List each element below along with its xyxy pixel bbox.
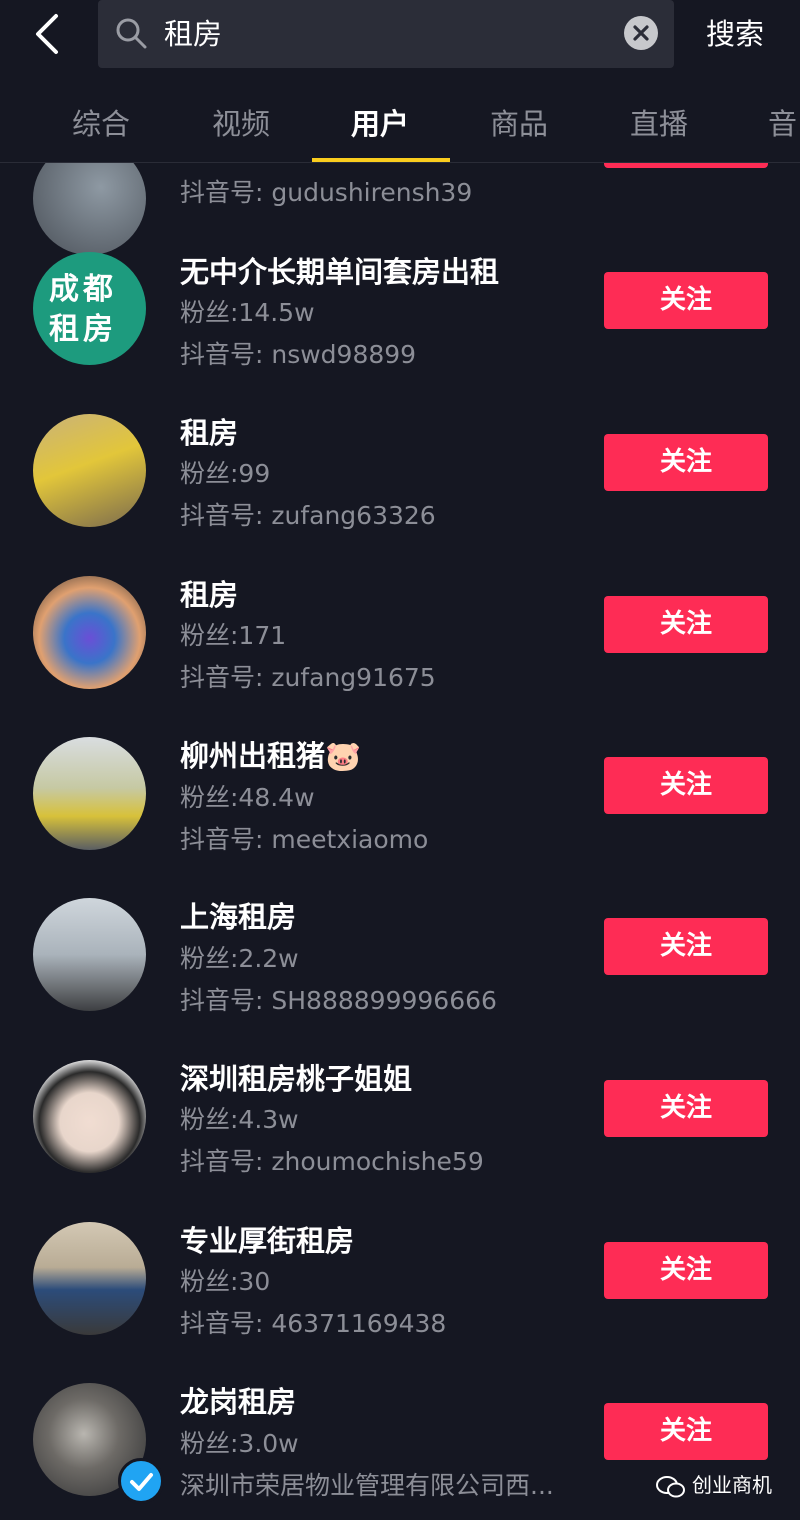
search-button[interactable]: 搜索: [706, 14, 764, 54]
tab-videos[interactable]: 视频: [212, 104, 270, 144]
user-douyin-id: 抖音号: SH888899996666: [180, 986, 497, 1015]
follow-button[interactable]: 关注: [604, 272, 768, 329]
user-avatar[interactable]: [33, 1222, 146, 1335]
user-fans-count: 粉丝:99: [180, 459, 271, 488]
user-result-row[interactable]: 租房 粉丝:171 抖音号: zufang91675 关注: [0, 563, 800, 725]
user-douyin-id: 抖音号: zufang63326: [180, 501, 436, 530]
user-name: 租房: [180, 416, 239, 450]
user-name: 无中介长期单间套房出租: [180, 255, 500, 289]
user-result-row[interactable]: 专业厚街租房 粉丝:30 抖音号: 46371169438 关注: [0, 1209, 800, 1371]
user-fans-count: 粉丝:171: [180, 621, 287, 650]
verified-badge-icon: [118, 1458, 164, 1504]
user-douyin-id: 抖音号: nswd98899: [180, 340, 417, 369]
user-result-row[interactable]: 上海租房 粉丝:2.2w 抖音号: SH888899996666 关注: [0, 885, 800, 1047]
tab-live[interactable]: 直播: [630, 104, 688, 144]
user-name: 租房: [180, 578, 239, 612]
user-douyin-id: 抖音号: 46371169438: [180, 1309, 447, 1338]
user-name: 上海租房: [180, 900, 297, 934]
user-avatar[interactable]: [33, 576, 146, 689]
follow-button[interactable]: 关注: [604, 918, 768, 975]
user-avatar[interactable]: [33, 414, 146, 527]
user-result-row[interactable]: 抖音号: gudushirensh39: [0, 163, 800, 255]
avatar-text-line: 成都: [49, 272, 117, 307]
follow-button[interactable]: 关注: [604, 757, 768, 814]
watermark: 创业商机: [656, 1470, 772, 1500]
user-avatar[interactable]: [33, 737, 146, 850]
search-icon: [116, 18, 147, 49]
tab-general[interactable]: 综合: [72, 104, 130, 144]
tab-music[interactable]: 音: [768, 104, 797, 144]
clear-icon[interactable]: [624, 16, 658, 50]
user-douyin-id: 抖音号: meetxiaomo: [180, 825, 429, 854]
user-avatar[interactable]: 成都 租房: [33, 252, 146, 365]
user-fans-count: 粉丝:48.4w: [180, 783, 315, 812]
watermark-text: 创业商机: [692, 1473, 772, 1497]
active-tab-indicator: [312, 158, 450, 162]
tab-products[interactable]: 商品: [490, 104, 548, 144]
user-fans-count: 粉丝:4.3w: [180, 1105, 299, 1134]
avatar-text-line: 租房: [49, 312, 117, 347]
user-name: 龙岗租房: [180, 1385, 297, 1419]
top-bar: 租房 搜索: [0, 0, 800, 80]
tab-users[interactable]: 用户: [351, 104, 409, 144]
user-fans-count: 粉丝:3.0w: [180, 1429, 299, 1458]
user-fans-count: 粉丝:14.5w: [180, 298, 315, 327]
follow-button[interactable]: 关注: [604, 596, 768, 653]
search-query-text[interactable]: 租房: [164, 14, 222, 54]
follow-button[interactable]: 关注: [604, 434, 768, 491]
user-douyin-id: 抖音号: zhoumochishe59: [180, 1147, 484, 1176]
user-douyin-id: 抖音号: gudushirensh39: [180, 178, 473, 207]
user-fans-count: 粉丝:30: [180, 1267, 271, 1296]
user-result-row[interactable]: 深圳租房桃子姐姐 粉丝:4.3w 抖音号: zhoumochishe59 关注: [0, 1047, 800, 1209]
user-douyin-id: 抖音号: zufang91675: [180, 663, 436, 692]
user-company-info: 深圳市荣居物业管理有限公司西...: [180, 1471, 554, 1500]
user-avatar[interactable]: [33, 898, 146, 1011]
user-results-list: 抖音号: gudushirensh39 成都 租房 无中介长期单间套房出租 粉丝…: [0, 163, 800, 1520]
user-result-row[interactable]: 租房 粉丝:99 抖音号: zufang63326 关注: [0, 401, 800, 563]
search-input[interactable]: 租房: [98, 0, 674, 68]
follow-button[interactable]: 关注: [604, 1242, 768, 1299]
user-fans-count: 粉丝:2.2w: [180, 944, 299, 973]
result-tabs: 综合 视频 用户 商品 直播 音: [0, 90, 800, 163]
user-avatar[interactable]: [33, 1060, 146, 1173]
user-result-row[interactable]: 成都 租房 无中介长期单间套房出租 粉丝:14.5w 抖音号: nswd9889…: [0, 239, 800, 401]
back-arrow-icon[interactable]: [30, 12, 66, 56]
user-name: 柳州出租猪🐷: [180, 739, 362, 773]
user-name: 深圳租房桃子姐姐: [180, 1062, 413, 1096]
follow-button[interactable]: 关注: [604, 1403, 768, 1460]
wechat-icon: [656, 1475, 685, 1497]
user-name: 专业厚街租房: [180, 1224, 355, 1258]
follow-button[interactable]: [604, 163, 768, 168]
follow-button[interactable]: 关注: [604, 1080, 768, 1137]
user-result-row[interactable]: 柳州出租猪🐷 粉丝:48.4w 抖音号: meetxiaomo 关注: [0, 724, 800, 886]
